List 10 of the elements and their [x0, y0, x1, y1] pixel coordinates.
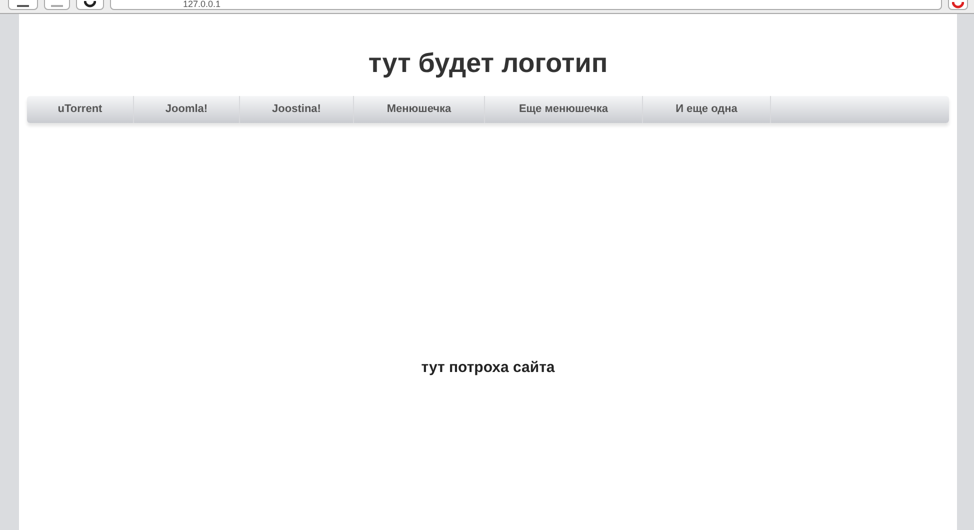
menu-item[interactable]: Менюшечка	[354, 96, 485, 123]
menu-item[interactable]: Joomla!	[134, 96, 240, 123]
address-field[interactable]: 127.0.0.1	[110, 0, 942, 10]
menu-item[interactable]: Joostina!	[240, 96, 354, 123]
logo-heading: тут будет логотип	[367, 47, 609, 80]
address-text: 127.0.0.1	[183, 0, 221, 9]
menu-item[interactable]: Еще менюшечка	[485, 96, 643, 123]
menu-item[interactable]: uTorrent	[27, 96, 134, 123]
menu-item[interactable]: И еще одна	[643, 96, 771, 123]
content-placeholder-text: тут потроха сайта	[421, 358, 555, 378]
